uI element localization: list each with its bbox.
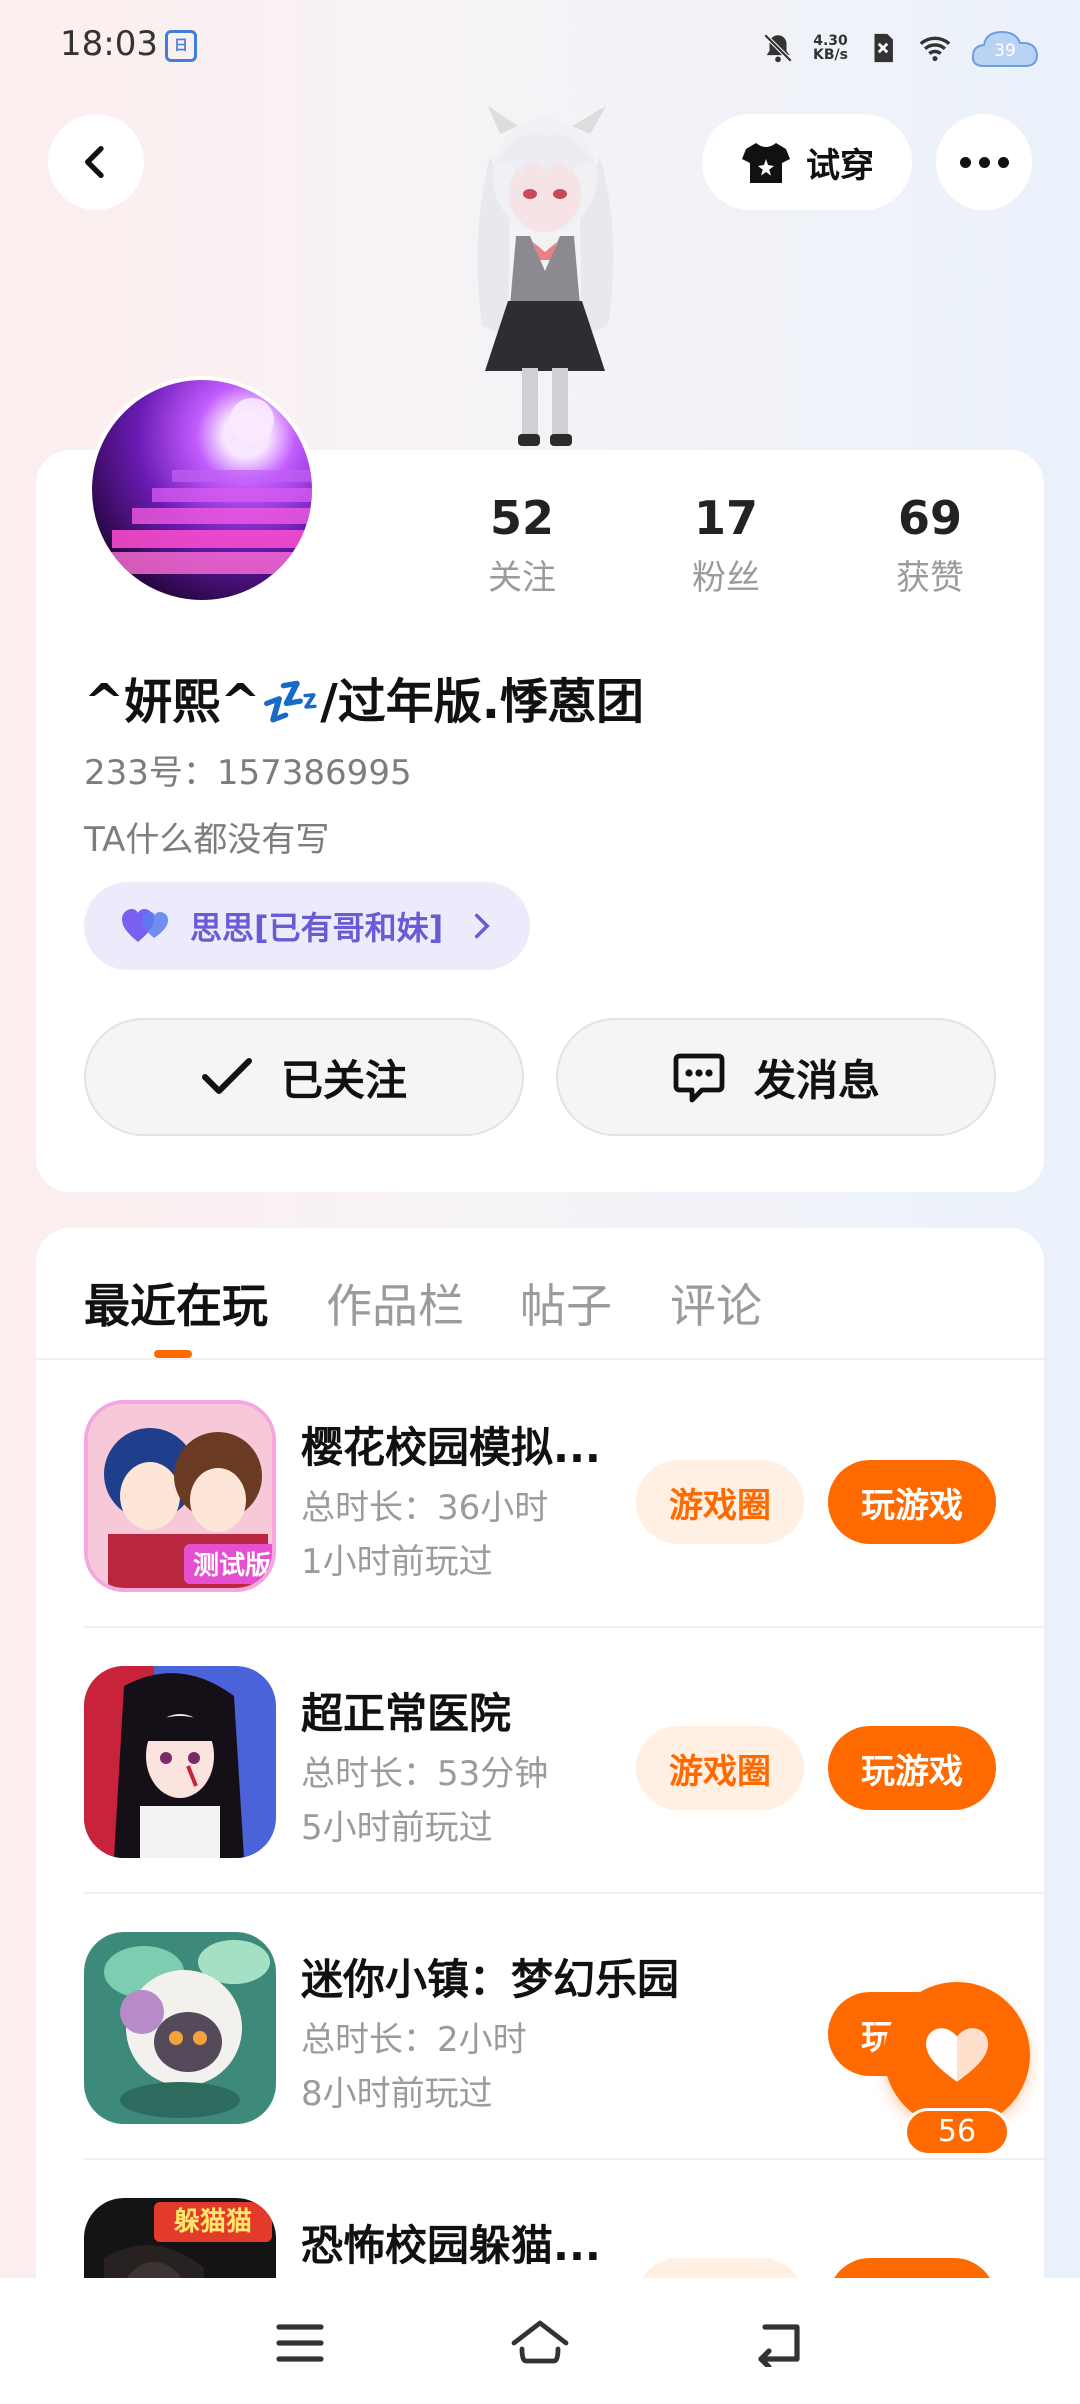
- user-id: 233号：157386995: [84, 753, 412, 793]
- nav-back-button[interactable]: [745, 2308, 815, 2378]
- send-message-button[interactable]: 发消息: [556, 1018, 996, 1136]
- svg-text:39: 39: [994, 41, 1016, 61]
- stat-value: 17: [693, 491, 758, 545]
- stat-likes[interactable]: 69 获赞: [828, 490, 1032, 599]
- game-name: 迷你小镇：梦幻乐园: [301, 1955, 680, 2004]
- stat-value: 52: [489, 491, 554, 545]
- home-icon: [511, 2320, 569, 2364]
- stat-label: 粉丝: [692, 558, 760, 598]
- game-icon-mini-town[interactable]: [84, 1932, 276, 2124]
- stat-followers[interactable]: 17 粉丝: [624, 490, 828, 599]
- tab-posts[interactable]: 帖子: [520, 1270, 612, 1336]
- game-name: 恐怖校园躲猫...: [301, 2221, 601, 2270]
- game-last-played: 5小时前玩过: [301, 1808, 493, 1848]
- status-bar: 18:03 日 4.30 KB/s 39: [0, 0, 1080, 92]
- double-heart-icon: [122, 909, 168, 942]
- tab-comments[interactable]: 评论: [670, 1270, 762, 1336]
- menu-icon: [276, 2324, 324, 2362]
- battery-icon: 39: [970, 26, 1040, 70]
- tab-recently-played[interactable]: 最近在玩: [84, 1270, 268, 1336]
- game-circle-button[interactable]: 游戏圈: [636, 1460, 804, 1544]
- check-icon: [201, 1058, 252, 1094]
- network-speed: 4.30 KB/s: [813, 33, 848, 63]
- game-icon-hospital[interactable]: [84, 1666, 276, 1858]
- game-duration: 总时长：53分钟: [301, 1754, 549, 1794]
- user-nickname: ^妍熙^💤/过年版.悸蒽团: [84, 674, 644, 730]
- nav-home-button[interactable]: [505, 2308, 575, 2378]
- active-tab-indicator: [154, 1350, 192, 1358]
- user-avatar[interactable]: [88, 376, 316, 604]
- game-name: 樱花校园模拟...: [301, 1423, 601, 1472]
- game-duration: 总时长：2小时: [301, 2020, 527, 2060]
- nav-menu-button[interactable]: [265, 2308, 335, 2378]
- tab-works[interactable]: 作品栏: [326, 1270, 464, 1336]
- game-last-played: 1小时前玩过: [301, 1542, 493, 1582]
- back-arrow-icon: [758, 2324, 800, 2367]
- calendar-app-icon: 日: [165, 30, 197, 62]
- status-time: 18:03: [60, 24, 158, 64]
- profile-stats: 52 关注 17 粉丝 69 获赞: [420, 490, 1040, 599]
- more-dot-icon: [978, 156, 990, 168]
- stat-label: 关注: [488, 558, 556, 598]
- game-name: 超正常医院: [301, 1689, 512, 1738]
- game-row[interactable]: 超正常医院 总时长：53分钟 5小时前玩过 游戏圈 玩游戏: [84, 1628, 1044, 1894]
- wifi-icon: [919, 36, 951, 62]
- system-nav-bar: [0, 2278, 1080, 2404]
- back-button[interactable]: [48, 114, 144, 210]
- chevron-right-icon: [475, 913, 490, 939]
- relationship-chip[interactable]: 思思[已有哥和妹]: [84, 882, 530, 970]
- game-duration: 总时长：36小时: [301, 1488, 549, 1528]
- tshirt-icon: [742, 143, 790, 183]
- content-tabs: 最近在玩 作品栏 帖子 评论: [36, 1228, 1044, 1360]
- status-icons: 4.30 KB/s 39: [761, 24, 1040, 72]
- chat-bubble-icon: [673, 1053, 725, 1103]
- game-icon-sakura-school[interactable]: 测试版: [84, 1400, 276, 1592]
- send-message-label: 发消息: [753, 1055, 880, 1105]
- heart-icon: [926, 2028, 988, 2082]
- chevron-left-icon: [85, 146, 104, 178]
- play-game-button[interactable]: 玩游戏: [828, 1726, 996, 1810]
- play-game-button[interactable]: 玩游戏: [828, 1460, 996, 1544]
- svg-text:躲猫猫: 躲猫猫: [174, 2207, 252, 2237]
- try-on-button[interactable]: 试穿: [702, 114, 912, 210]
- avatar-character-figure[interactable]: [430, 96, 660, 456]
- user-bio: TA什么都没有写: [84, 820, 330, 860]
- following-button[interactable]: 已关注: [84, 1018, 524, 1136]
- relationship-label: 思思[已有哥和妹]: [190, 909, 444, 947]
- like-count: 56: [904, 2108, 1010, 2156]
- following-label: 已关注: [280, 1055, 407, 1105]
- no-sim-icon: [874, 33, 893, 63]
- stat-following[interactable]: 52 关注: [420, 490, 624, 599]
- stat-value: 69: [897, 491, 962, 545]
- game-row[interactable]: 测试版 樱花校园模拟... 总时长：36小时 1小时前玩过 游戏圈 玩游戏: [84, 1362, 1044, 1628]
- try-on-label: 试穿: [806, 145, 874, 186]
- like-button[interactable]: [884, 1982, 1030, 2128]
- content-card: 最近在玩 作品栏 帖子 评论 测试版 樱花校园模拟... 总时长：36小时 1小…: [36, 1228, 1044, 2404]
- more-options-button[interactable]: [936, 114, 1032, 210]
- game-circle-button[interactable]: 游戏圈: [636, 1726, 804, 1810]
- game-last-played: 8小时前玩过: [301, 2074, 493, 2114]
- stat-label: 获赞: [896, 558, 964, 598]
- mute-icon: [763, 33, 793, 63]
- svg-text:测试版: 测试版: [193, 1551, 271, 1581]
- more-dot-icon: [997, 156, 1009, 168]
- more-dot-icon: [959, 156, 971, 168]
